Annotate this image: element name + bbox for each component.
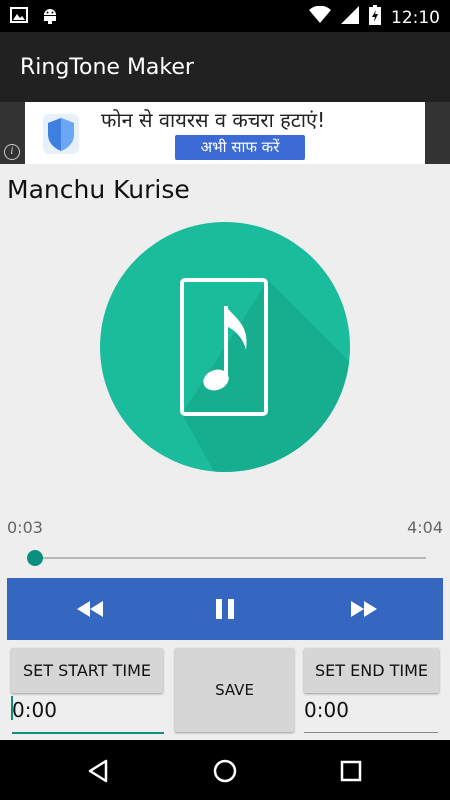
ad-banner[interactable]: i फोन से वायरस व कचरा हटाएं! अभी साफ करे…	[0, 102, 450, 164]
status-bar: 12:10	[0, 0, 450, 32]
set-start-time-button[interactable]: SET START TIME	[11, 648, 163, 693]
elapsed-time: 0:03	[7, 518, 43, 537]
end-time-input[interactable]: 0:00	[304, 694, 438, 733]
signal-icon	[341, 6, 359, 29]
ad-cta-button[interactable]: अभी साफ करें	[175, 135, 305, 160]
end-time-value: 0:00	[304, 698, 349, 722]
rewind-button[interactable]	[70, 591, 110, 627]
pause-button[interactable]	[205, 591, 245, 627]
wifi-icon	[309, 5, 331, 29]
set-end-time-button[interactable]: SET END TIME	[304, 648, 439, 693]
back-button[interactable]	[86, 758, 112, 784]
battery-icon	[369, 5, 381, 30]
seek-track[interactable]	[30, 557, 426, 559]
image-icon	[10, 7, 28, 28]
start-time-input[interactable]: 0:00	[11, 694, 164, 734]
navigation-bar	[0, 740, 450, 800]
seek-thumb[interactable]	[26, 550, 43, 566]
album-art	[100, 222, 350, 472]
back-icon	[88, 759, 108, 783]
android-icon	[42, 6, 58, 29]
playback-controls	[7, 578, 443, 640]
shield-icon	[43, 114, 79, 159]
ad-headline: फोन से वायरस व कचरा हटाएं!	[101, 108, 326, 132]
ad-content[interactable]: फोन से वायरस व कचरा हटाएं! अभी साफ करें	[25, 102, 425, 164]
home-icon	[213, 759, 237, 783]
save-button[interactable]: SAVE	[175, 648, 294, 732]
song-title: Manchu Kurise	[7, 175, 190, 204]
info-icon[interactable]: i	[4, 144, 20, 160]
app-title: RingTone Maker	[20, 55, 194, 80]
fast-forward-button[interactable]	[344, 591, 384, 627]
recents-button[interactable]	[338, 758, 364, 784]
home-button[interactable]	[212, 758, 238, 784]
rewind-icon	[77, 601, 103, 617]
seekbar[interactable]	[22, 548, 426, 568]
app-bar: RingTone Maker	[0, 32, 450, 102]
total-time: 4:04	[407, 518, 443, 537]
fast-forward-icon	[351, 601, 377, 617]
start-time-value: 0:00	[12, 698, 57, 722]
status-time: 12:10	[391, 7, 440, 28]
pause-icon	[216, 599, 234, 619]
recents-icon	[340, 760, 362, 782]
